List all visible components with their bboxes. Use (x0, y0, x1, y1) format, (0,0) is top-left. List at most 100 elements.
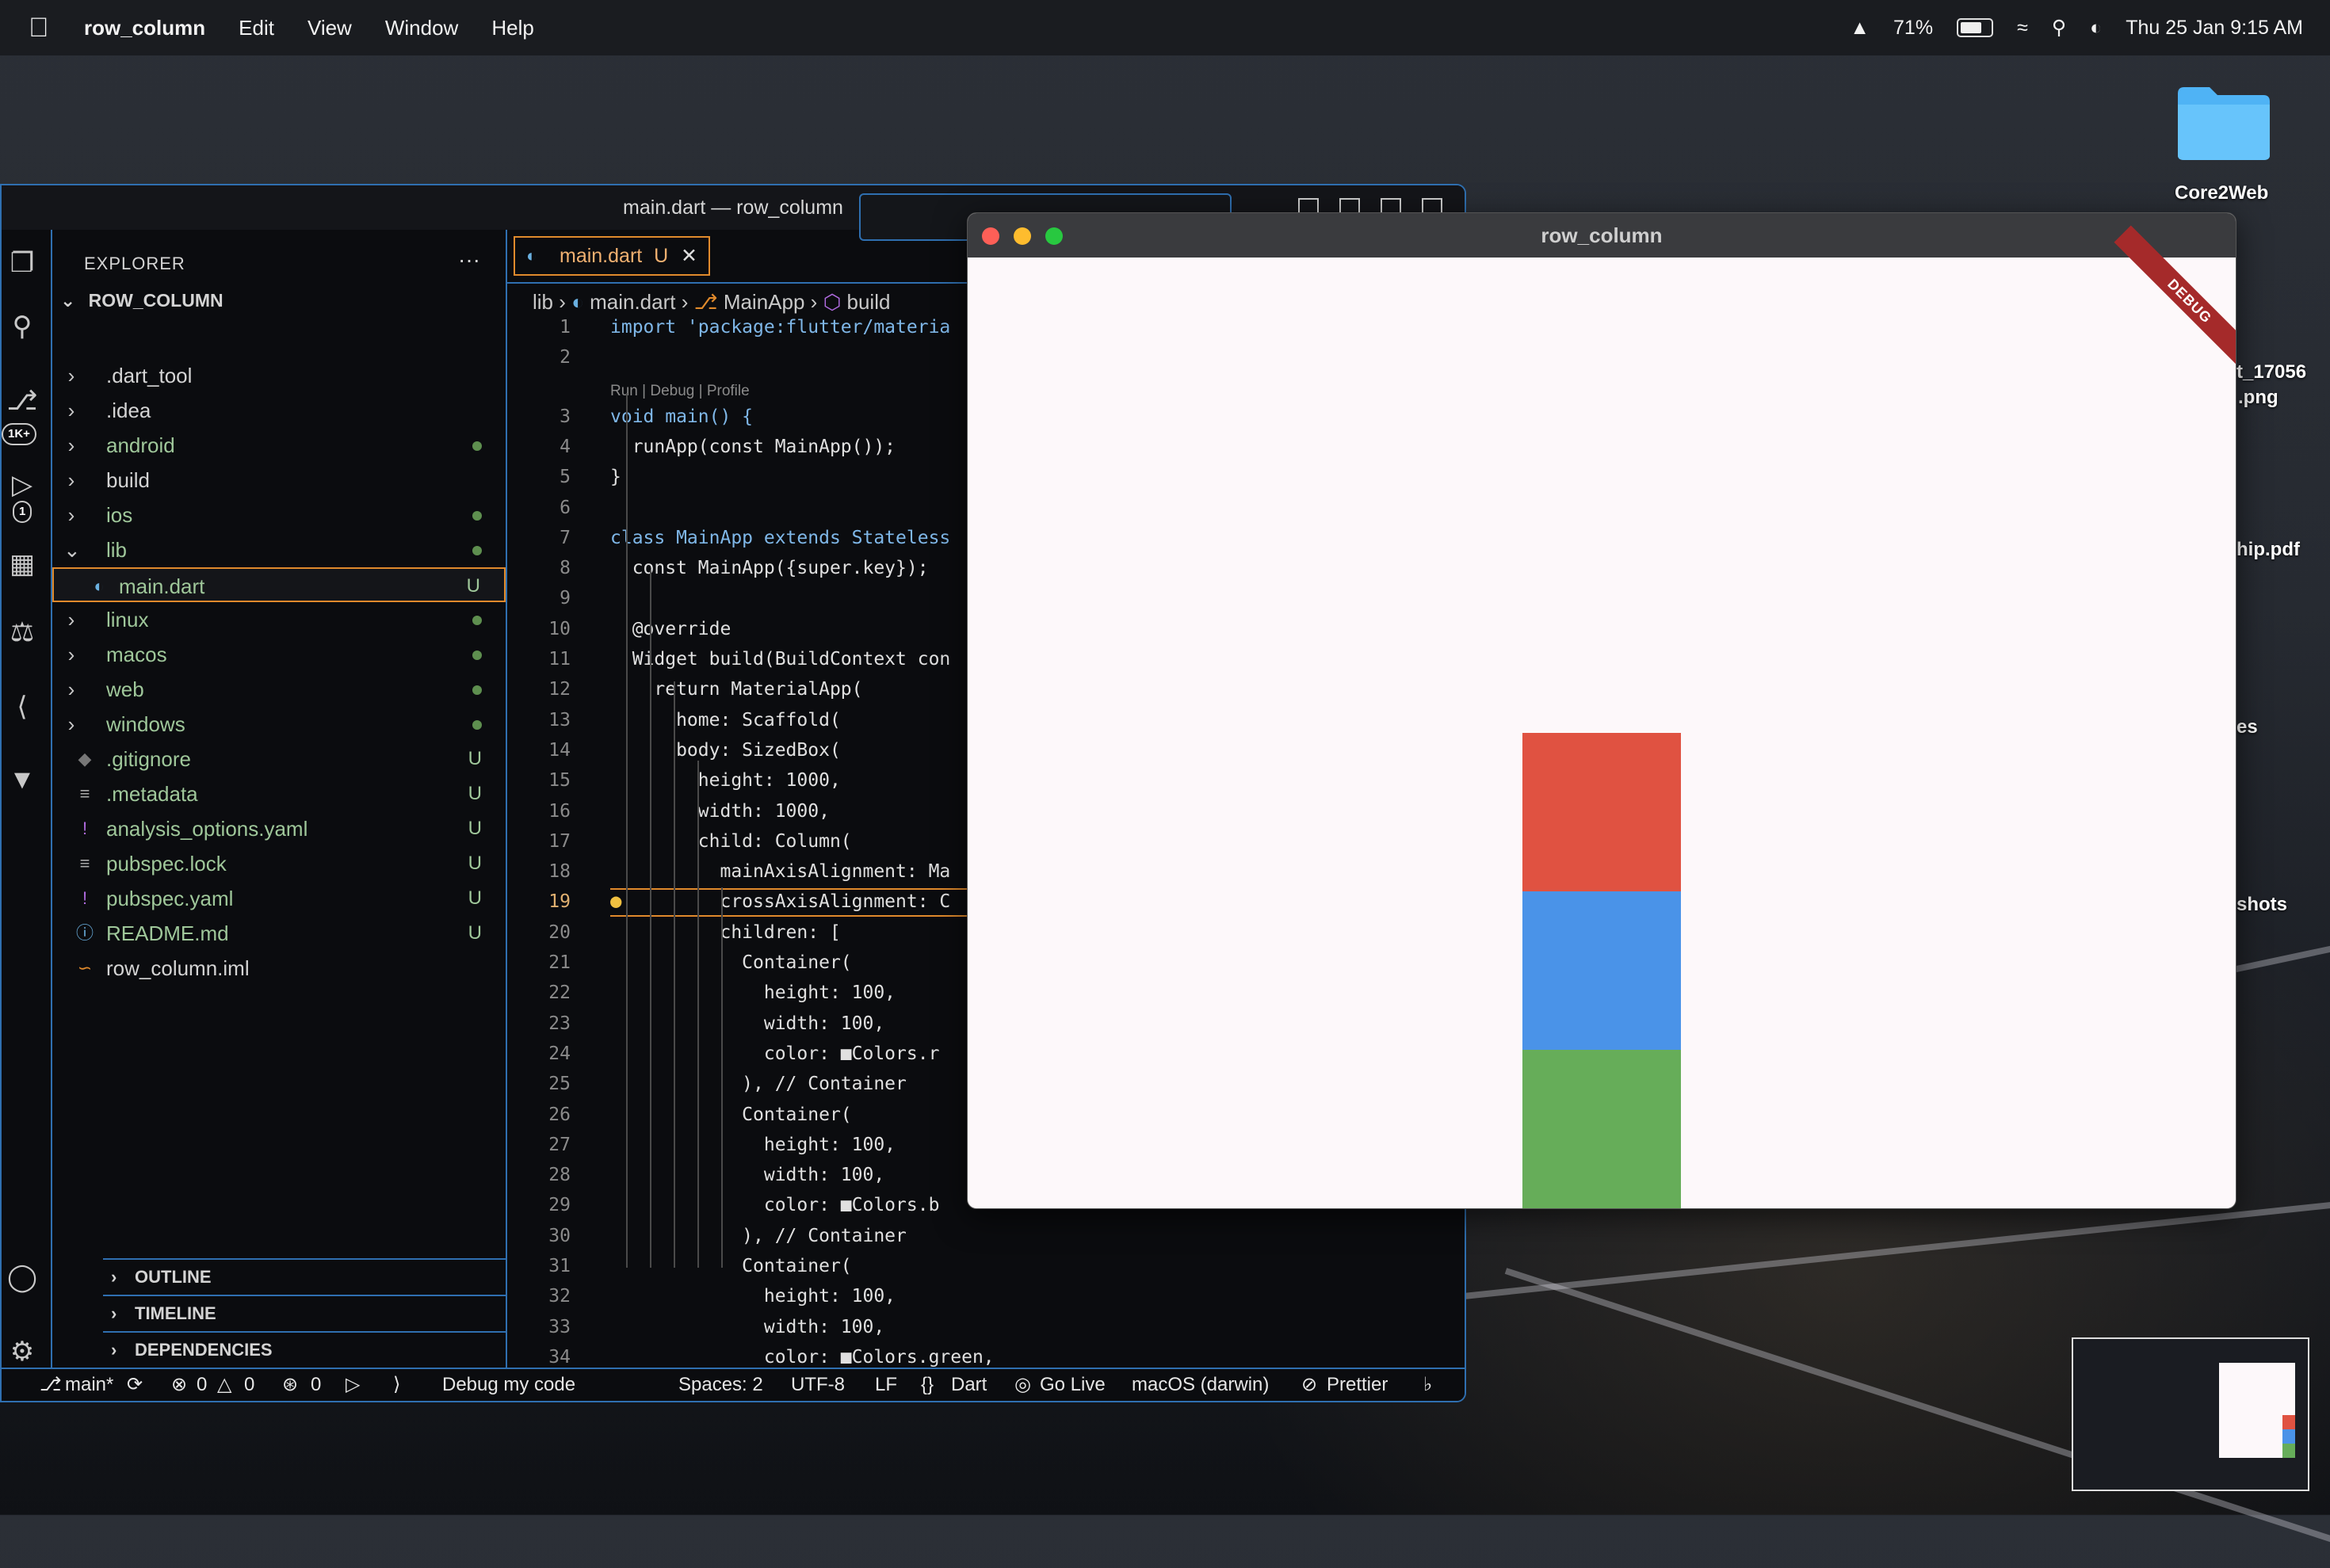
tree-item-gitignore[interactable]: ◆ .gitignore U (52, 742, 506, 776)
chevron-right-icon: › (67, 608, 75, 631)
code-line: width: 100, (610, 1316, 885, 1337)
breadcrumb-file[interactable]: main.dart (590, 290, 675, 314)
explorer-root-folder[interactable]: ⌄ ROW_COLUMN (60, 290, 223, 311)
line-number: 18 (548, 861, 571, 883)
spotlight-search-icon[interactable]: ⚲ (2052, 16, 2066, 40)
flutter-debug-icon[interactable]: ⟩ (393, 1369, 400, 1401)
warning-icon[interactable]: △ (217, 1369, 231, 1401)
close-window-button[interactable] (982, 227, 999, 245)
explorer-icon[interactable]: ❐ (5, 246, 40, 280)
indent-guide (650, 570, 651, 1268)
prettier-status[interactable]: Prettier (1327, 1369, 1388, 1401)
gitlab-icon[interactable]: ▼ (5, 762, 40, 797)
panel-outline[interactable]: › OUTLINE (103, 1258, 556, 1295)
menubar-clock[interactable]: Thu 25 Jan 9:15 AM (2126, 17, 2303, 40)
desktop-item-pdf[interactable]: hip.pdf (2236, 539, 2300, 561)
chevron-right-icon: › (681, 290, 694, 314)
desktop-item-files[interactable]: es (2236, 716, 2258, 738)
error-count[interactable]: 0 (197, 1369, 207, 1401)
breadcrumb-lib[interactable]: lib (533, 290, 553, 314)
tree-item-idea[interactable]: › .idea (52, 393, 506, 428)
chevron-right-icon: › (67, 468, 75, 492)
account-icon[interactable]: ◯ (5, 1260, 40, 1295)
chevron-right-icon: › (67, 712, 75, 736)
debug-run-icon[interactable]: ▷ (346, 1369, 360, 1401)
error-icon[interactable]: ⊗ (171, 1369, 187, 1401)
desktop-item-image-ext[interactable]: .png (2238, 387, 2278, 409)
zoom-window-button[interactable] (1045, 227, 1063, 245)
run-debug-icon[interactable]: ▷ (5, 467, 40, 502)
settings-gear-icon[interactable]: ⚙ (5, 1334, 40, 1369)
folder-icon[interactable] (2175, 82, 2273, 162)
ports-icon[interactable]: ⊛ (282, 1369, 298, 1401)
menu-help[interactable]: Help (491, 16, 533, 40)
desktop-item-image[interactable]: t_17056 (2236, 361, 2306, 383)
vlc-icon[interactable]: ▲ (1850, 17, 1870, 40)
testing-icon[interactable]: ⚖ (5, 615, 40, 650)
codelens-run-debug-profile[interactable]: Run | Debug | Profile (610, 383, 750, 400)
tree-item-ios[interactable]: › ios (52, 498, 506, 532)
target-platform[interactable]: macOS (darwin) (1132, 1369, 1269, 1401)
tree-item-label: main.dart (119, 574, 205, 598)
line-ending[interactable]: LF (875, 1369, 897, 1401)
flutter-icon[interactable]: ⟨ (5, 689, 40, 724)
branch-name[interactable]: main* (65, 1369, 113, 1401)
code-line: void main() { (610, 406, 754, 427)
tree-item-main-dart[interactable]: ◐ main.dart U (52, 567, 506, 602)
tree-item-metadata[interactable]: ≡ .metadata U (52, 776, 506, 811)
battery-percent[interactable]: 71% (1893, 17, 1933, 40)
panel-dependencies[interactable]: › DEPENDENCIES (103, 1331, 556, 1368)
menu-window[interactable]: Window (385, 16, 458, 40)
tree-item-linux[interactable]: › linux (52, 602, 506, 637)
tree-item-lib[interactable]: ⌄ lib (52, 532, 506, 567)
app-window-title: row_column (968, 213, 2236, 258)
breadcrumb-method[interactable]: build (847, 290, 891, 314)
menu-view[interactable]: View (307, 16, 352, 40)
warning-count[interactable]: 0 (244, 1369, 254, 1401)
minimize-window-button[interactable] (1014, 227, 1031, 245)
tree-item-label: ios (106, 503, 133, 527)
close-icon[interactable]: ✕ (681, 238, 697, 274)
tree-item-build[interactable]: › build (52, 463, 506, 498)
source-control-icon[interactable]: ⎇ (5, 383, 40, 418)
encoding[interactable]: UTF-8 (791, 1369, 845, 1401)
indentation[interactable]: Spaces: 2 (678, 1369, 763, 1401)
more-actions-icon[interactable]: ··· (458, 247, 480, 273)
debug-mode[interactable]: Debug my code (442, 1369, 575, 1401)
prettier-icon: ⊘ (1301, 1374, 1318, 1395)
tree-item-analysis-options[interactable]: ! analysis_options.yaml U (52, 811, 506, 846)
tree-item-pubspec-lock[interactable]: ≡ pubspec.lock U (52, 846, 506, 881)
tree-item-macos[interactable]: › macos (52, 637, 506, 672)
search-icon[interactable]: ⚲ (5, 309, 40, 344)
code-line: home: Scaffold( (610, 709, 841, 731)
desktop-item-core2web[interactable]: Core2Web (2175, 182, 2268, 204)
tree-item-iml[interactable]: ∽ row_column.iml (52, 951, 506, 986)
menu-app-name[interactable]: row_column (84, 16, 205, 40)
line-number: 8 (560, 558, 571, 579)
tree-item-pubspec-yaml[interactable]: ! pubspec.yaml U (52, 881, 506, 916)
tree-item-readme[interactable]: ⓘ README.md U (52, 916, 506, 951)
extensions-icon[interactable]: ▦ (5, 547, 40, 582)
tree-item-windows[interactable]: › windows (52, 707, 506, 742)
tab-main-dart[interactable]: ◐ main.dart U ✕ (514, 236, 710, 276)
ports-count[interactable]: 0 (311, 1369, 321, 1401)
battery-icon[interactable] (1957, 18, 1994, 37)
apple-icon[interactable]:  (29, 13, 60, 44)
breadcrumb-class[interactable]: MainApp (724, 290, 805, 314)
desktop-item-screenshots[interactable]: shots (2236, 894, 2287, 916)
go-live-button[interactable]: Go Live (1040, 1369, 1106, 1401)
control-center-icon[interactable]: ◐ (2090, 17, 2102, 40)
menu-edit[interactable]: Edit (239, 16, 274, 40)
wifi-icon[interactable]: ≈ (2017, 17, 2028, 40)
screenshot-thumbnail[interactable] (2072, 1337, 2309, 1491)
notifications-icon[interactable]: ♭ (1423, 1369, 1432, 1401)
tree-item-dart-tool[interactable]: › .dart_tool (52, 358, 506, 393)
panel-timeline[interactable]: › TIMELINE (103, 1295, 556, 1331)
tree-item-web[interactable]: › web (52, 672, 506, 707)
chevron-right-icon: › (67, 399, 75, 422)
thumbnail-blue (2282, 1429, 2295, 1444)
language-mode[interactable]: Dart (951, 1369, 987, 1401)
tree-item-android[interactable]: › android (52, 428, 506, 463)
code-line: @override (610, 618, 731, 639)
sync-icon[interactable]: ⟳ (127, 1369, 143, 1401)
